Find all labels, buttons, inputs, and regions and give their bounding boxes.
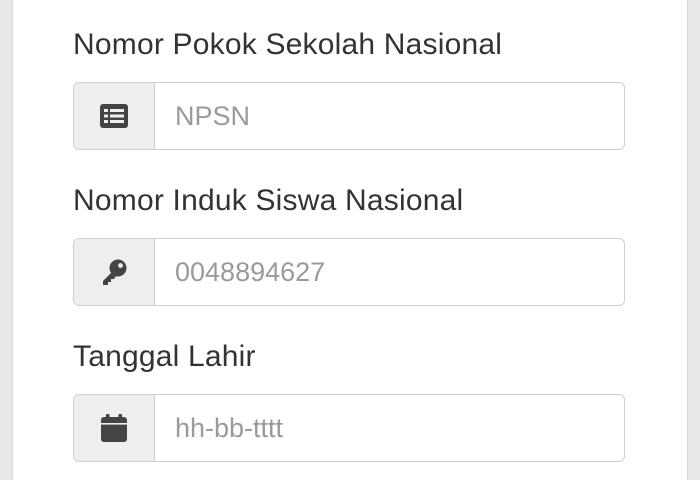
birthdate-addon [74, 395, 155, 461]
form-card: Nomor Pokok Sekolah Nasional Nomor Induk… [12, 0, 688, 480]
nisn-input-group [73, 238, 625, 306]
birthdate-input-group [73, 394, 625, 462]
npsn-input[interactable] [155, 83, 624, 149]
birthdate-input[interactable] [155, 395, 624, 461]
nisn-label: Nomor Induk Siswa Nasional [73, 184, 464, 217]
nisn-addon [74, 239, 155, 305]
npsn-addon [74, 83, 155, 149]
npsn-label: Nomor Pokok Sekolah Nasional [73, 28, 503, 61]
calendar-icon [101, 414, 127, 442]
npsn-input-group [73, 82, 625, 150]
birthdate-label: Tanggal Lahir [73, 340, 256, 373]
nisn-input[interactable] [155, 239, 624, 305]
key-icon [100, 258, 128, 286]
list-icon [100, 104, 128, 128]
